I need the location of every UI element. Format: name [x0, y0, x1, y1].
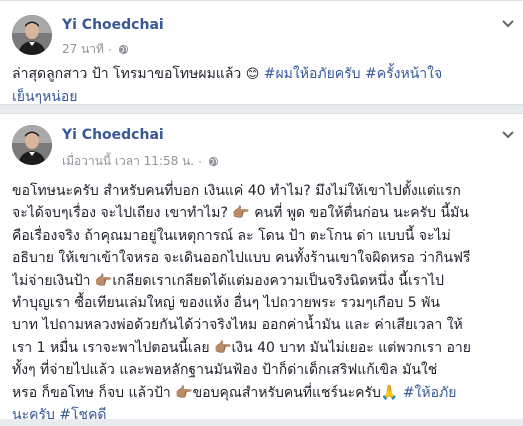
chevron-down-icon[interactable] — [501, 130, 515, 140]
post-text: ล่าสุดลูกสาว ป้า โทรมาขอโทษผมแล้ว 😊 #ผมใ… — [12, 63, 513, 109]
post-line: จะได้จบๆเรื่อง จะไปเถียง เขาทำไม? 👉🏽 คนท… — [12, 205, 469, 222]
post-line: บาท ไปถามหลวงพ่อด้วยกันได้ว่าจริงไหม ออก… — [12, 317, 463, 334]
post-text: ขอโทษนะครับ สำหรับคนที่บอก เงินแค่ 40 ทำ… — [12, 180, 515, 426]
meta-separator: · — [107, 42, 112, 57]
post-line: ทำบุญเรา ซื้อเทียนเล่มใหญ่ ของแห้ง อื่นๆ… — [12, 295, 440, 312]
post-line: ทั้งๆ ที่จ่ายไปแล้ว และพอหลักฐานมันฟ้อง … — [12, 362, 438, 379]
post-timestamp[interactable]: เมื่อวานนี้ เวลา 11:58 น. — [62, 152, 194, 171]
avatar[interactable] — [12, 15, 52, 55]
post-card-1: Yi Choedchai 27 นาที · ล่าสุดลูกสาว ป้า … — [0, 0, 523, 105]
globe-icon[interactable] — [118, 44, 129, 55]
post-line: เย็นๆหน่อย — [12, 86, 513, 109]
post-meta: เมื่อวานนี้ เวลา 11:58 น. · — [62, 152, 219, 171]
meta-separator: · — [198, 154, 202, 169]
author-name[interactable]: Yi Choedchai — [62, 127, 164, 143]
hashtag-link[interactable]: #ผมให้อภัยครับ #ครั้งหน้าใจ — [259, 66, 442, 82]
post-line: หรอ ก็ขอโทษ ก็จบ แล้วป้า 👉🏽ขอบคุณสำหรับค… — [12, 382, 515, 404]
globe-icon[interactable] — [208, 156, 219, 167]
post-timestamp[interactable]: 27 นาที — [62, 40, 104, 59]
post-card-2: Yi Choedchai เมื่อวานนี้ เวลา 11:58 น. ·… — [0, 113, 523, 423]
post-line: ขอโทษนะครับ สำหรับคนที่บอก เงินแค่ 40 ทำ… — [12, 183, 461, 199]
chevron-down-icon[interactable] — [501, 19, 515, 29]
post-line: เรา 1 หมื่น เราจะพาไปตอนนี้เลย 👉🏽เงิน 40… — [12, 339, 471, 356]
post-line: คือเรื่องจริง ถ้าคุณมาอยู่ในเหตุการณ์ ละ… — [12, 227, 451, 244]
post-text-segment: หรอ ก็ขอโทษ ก็จบ แล้วป้า 👉🏽ขอบคุณสำหรับค… — [12, 384, 403, 401]
hashtag-link[interactable]: เย็นๆหน่อย — [12, 89, 78, 105]
author-name[interactable]: Yi Choedchai — [62, 17, 164, 33]
avatar[interactable] — [12, 125, 52, 165]
post-line: อธิบาย ให้เขาเข้าใจหรอ จะเดินออกไปแบบ คน… — [12, 250, 471, 267]
hashtag-link[interactable]: #ให้อภัย — [403, 385, 457, 401]
smile-emoji-icon: 😊 — [245, 67, 260, 82]
post-meta: 27 นาที · — [62, 40, 129, 59]
hashtag-link[interactable]: นะครับ #โชคดี — [12, 404, 515, 426]
post-line: ไม่จ่ายเงินป้า 👉🏽เกลียดเราเกลียดได้แต่มอ… — [12, 272, 445, 289]
post-line: ล่าสุดลูกสาว ป้า โทรมาขอโทษผมแล้ว 😊 #ผมใ… — [12, 63, 513, 86]
post-text-segment: ล่าสุดลูกสาว ป้า โทรมาขอโทษผมแล้ว — [12, 66, 246, 82]
